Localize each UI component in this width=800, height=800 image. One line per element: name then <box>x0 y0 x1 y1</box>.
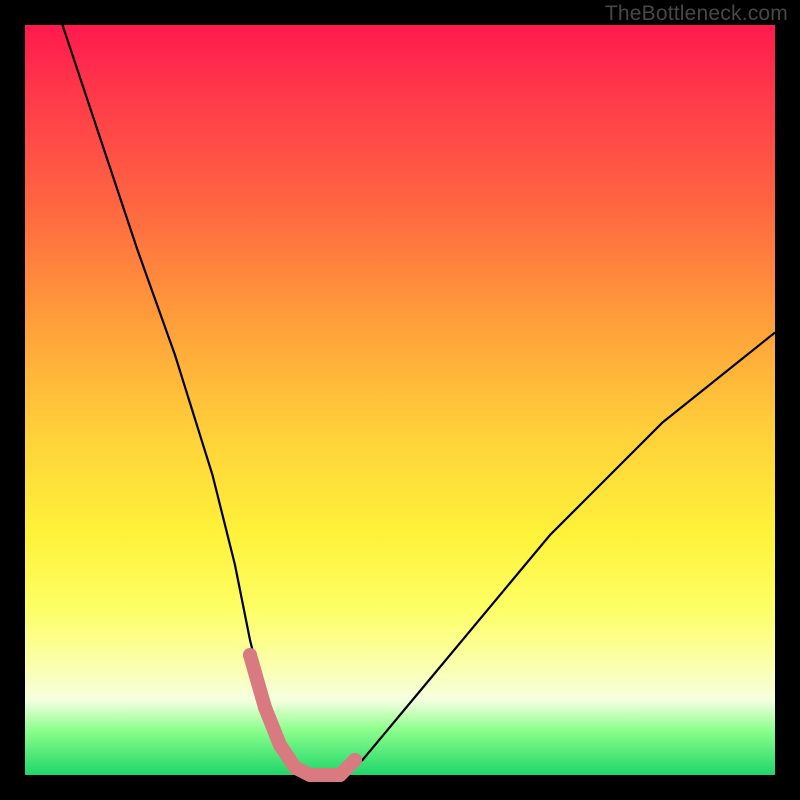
trough-dot <box>243 648 257 662</box>
trough-dot <box>303 768 317 782</box>
watermark-text: TheBottleneck.com <box>605 2 788 26</box>
trough-markers <box>243 648 362 782</box>
trough-dot <box>348 753 362 767</box>
bottleneck-curve-path <box>63 25 776 775</box>
trough-dot <box>318 768 332 782</box>
trough-stroke <box>250 655 355 775</box>
trough-dot <box>273 738 287 752</box>
trough-dot <box>258 701 272 715</box>
trough-dot <box>333 768 347 782</box>
trough-dot <box>288 761 302 775</box>
chart-frame: TheBottleneck.com <box>0 0 800 800</box>
plot-area <box>25 25 775 775</box>
curve-svg <box>25 25 775 775</box>
